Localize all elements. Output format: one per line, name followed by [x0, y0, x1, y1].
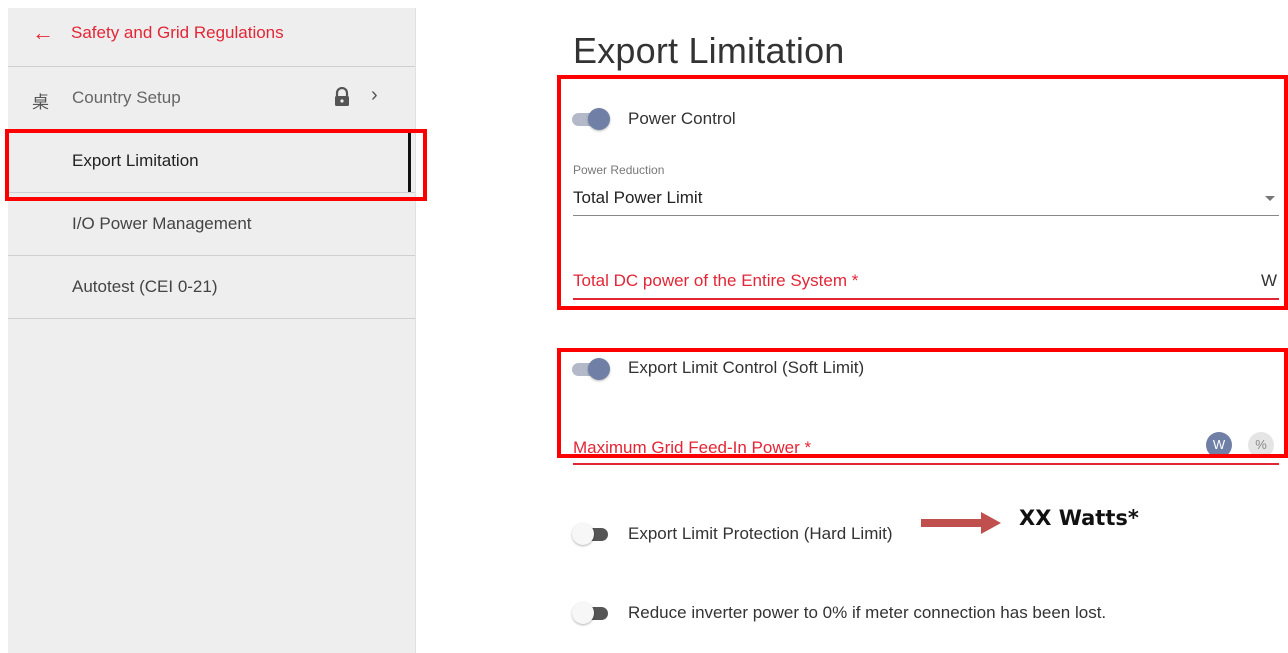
dc-power-field[interactable]: Total DC power of the Entire System * — [573, 271, 858, 291]
sidebar-item-label: Country Setup — [72, 88, 181, 107]
feed-in-underline — [573, 463, 1279, 465]
unit-w-button[interactable]: W — [1206, 432, 1232, 458]
feed-in-power-field[interactable]: Maximum Grid Feed-In Power * — [573, 438, 811, 458]
dc-power-underline — [573, 298, 1279, 300]
export-limit-toggle[interactable] — [572, 358, 610, 380]
page-title: Export Limitation — [573, 30, 845, 71]
dropdown-caret-icon[interactable] — [1265, 196, 1275, 201]
sidebar-item-export-limitation[interactable]: Export Limitation — [8, 130, 415, 193]
power-control-label: Power Control — [628, 109, 736, 128]
power-reduction-select[interactable]: Total Power Limit — [573, 188, 702, 208]
chevron-right-icon: › — [371, 84, 378, 106]
toggle-knob — [588, 358, 610, 380]
toggle-knob — [572, 602, 594, 624]
back-label: Safety and Grid Regulations — [71, 23, 284, 42]
sidebar-item-country-setup[interactable]: 桌 Country Setup › — [8, 67, 415, 130]
select-underline — [573, 215, 1279, 216]
protection-label: Export Limit Protection (Hard Limit) — [628, 524, 893, 543]
unit-percent-button[interactable]: % — [1248, 432, 1274, 458]
meter-lost-toggle[interactable] — [572, 602, 610, 624]
toggle-knob — [588, 108, 610, 130]
sidebar-item-autotest[interactable]: Autotest (CEI 0-21) — [8, 256, 415, 319]
export-limit-label: Export Limit Control (Soft Limit) — [628, 358, 865, 377]
lock-icon — [335, 87, 349, 106]
dc-power-unit: W — [1261, 271, 1278, 290]
active-indicator — [408, 130, 411, 192]
sidebar-item-label: Export Limitation — [72, 151, 199, 170]
back-button[interactable]: ← Safety and Grid Regulations — [8, 8, 415, 67]
transmission-tower-icon: 桌 — [32, 93, 49, 112]
sidebar-item-label: I/O Power Management — [72, 214, 252, 233]
meter-lost-label: Reduce inverter power to 0% if meter con… — [628, 603, 1107, 622]
toggle-knob — [572, 523, 594, 545]
sidebar-item-label: Autotest (CEI 0-21) — [72, 277, 218, 296]
arrow-left-icon: ← — [32, 20, 54, 45]
sidebar-item-io-power-management[interactable]: I/O Power Management — [8, 193, 415, 256]
sidebar: ← Safety and Grid Regulations 桌 Country … — [8, 8, 416, 653]
power-control-toggle[interactable] — [572, 108, 610, 130]
protection-toggle[interactable] — [572, 523, 610, 545]
annotation-text: XX Watts* — [1019, 506, 1139, 530]
power-reduction-label: Power Reduction — [573, 163, 665, 177]
annotation-arrow-icon — [921, 512, 1001, 534]
